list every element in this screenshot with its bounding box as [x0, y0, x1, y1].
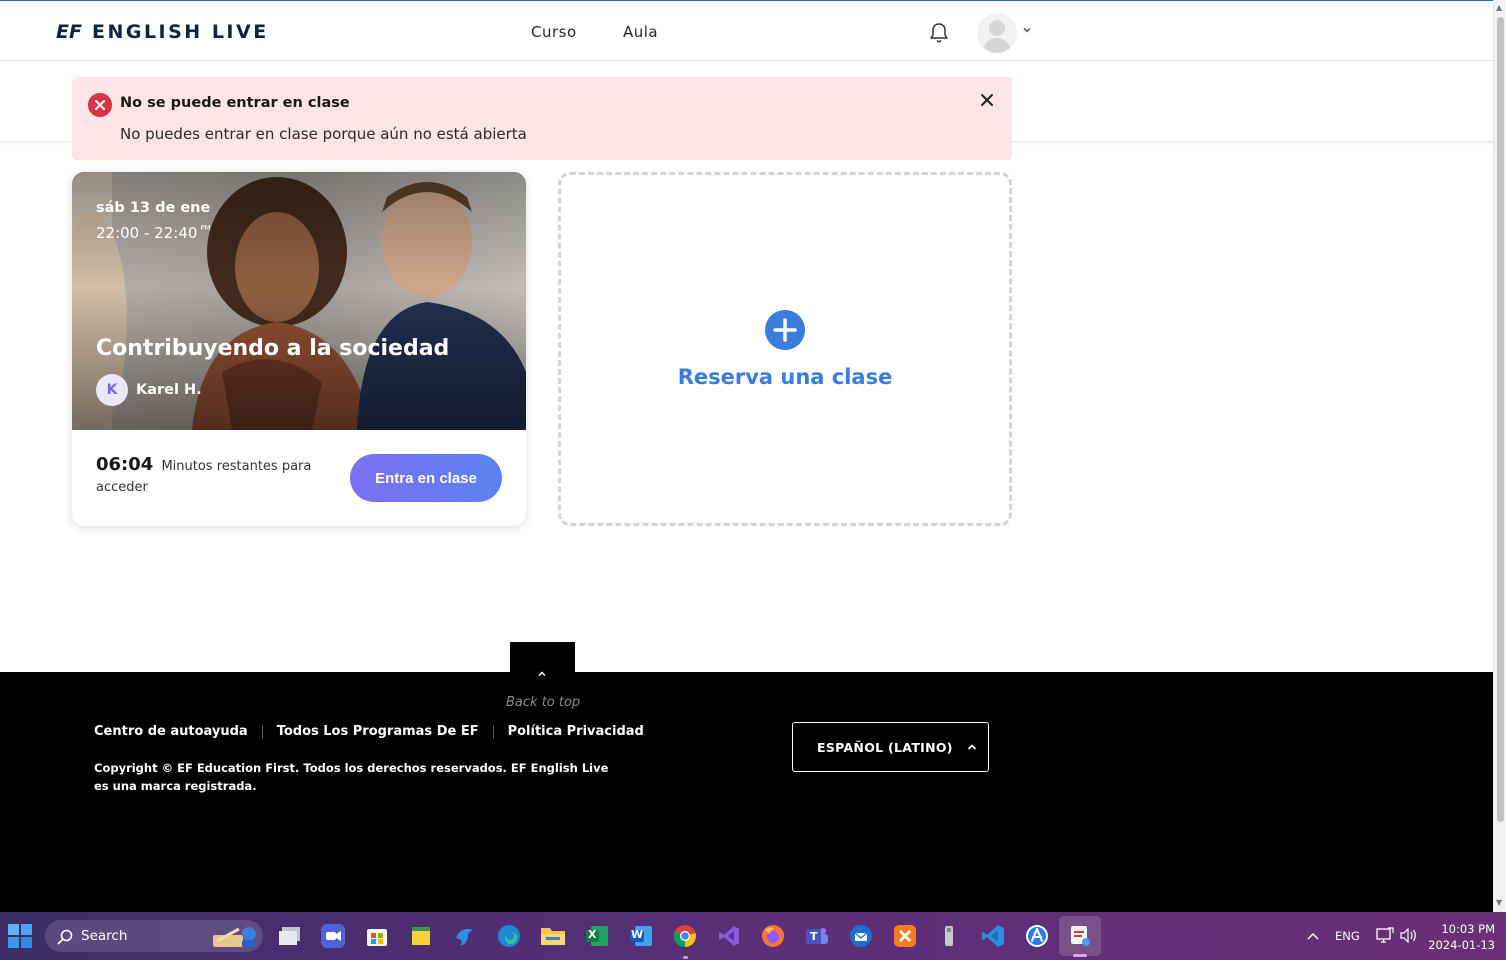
visual-studio-icon[interactable]: [716, 923, 742, 949]
close-icon[interactable]: [980, 93, 994, 107]
edge-icon[interactable]: [496, 923, 522, 949]
sticky-notes-icon[interactable]: [408, 923, 434, 949]
teacher-avatar: K: [96, 374, 128, 406]
dolphin-app-icon[interactable]: [452, 923, 478, 949]
countdown-time: 06:04: [96, 454, 154, 475]
running-indicator: [683, 956, 688, 959]
network-icon[interactable]: [1376, 927, 1394, 944]
book-class-card[interactable]: Reserva una clase: [558, 172, 1012, 526]
page-scrollbar[interactable]: ▲ ▼: [1493, 0, 1506, 912]
alert-title: No se puede entrar en clase: [120, 95, 350, 111]
chevron-up-icon: [967, 744, 976, 750]
alert-message: No puedes entrar en clase porque aún no …: [120, 125, 527, 143]
system-clock[interactable]: 10:03 PM 2024-01-13: [1425, 921, 1495, 953]
input-language[interactable]: ENG: [1335, 929, 1360, 943]
footer-link-all-programs[interactable]: Todos Los Programas De EF: [277, 724, 479, 739]
app-store-icon[interactable]: [1024, 923, 1050, 949]
file-explorer-window-icon[interactable]: [277, 923, 303, 949]
language-label: ESPAÑOL (LATINO): [817, 739, 953, 755]
nav-aula[interactable]: Aula: [623, 23, 658, 41]
chrome-icon[interactable]: [672, 923, 698, 949]
search-label: Search: [81, 928, 128, 944]
class-date: sáb 13 de ene: [96, 200, 211, 216]
windows-taskbar: Search X W T ENG 10:03 PM 2024-01-13: [0, 912, 1506, 960]
class-title: Contribuyendo a la sociedad: [96, 336, 450, 361]
error-alert: No se puede entrar en clase No puedes en…: [72, 77, 1012, 160]
copyright-text: Copyright © EF Education First. Todos lo…: [94, 761, 609, 793]
excel-icon[interactable]: X: [584, 923, 610, 949]
site-header: EF ENGLISH LIVE Curso Aula: [0, 1, 1493, 61]
windows-start-icon[interactable]: [8, 924, 32, 948]
site-footer: Back to top Centro de autoayuda Todos Lo…: [0, 672, 1493, 912]
class-time: 22:00 - 22:40 PM: [96, 224, 211, 242]
language-selector[interactable]: ESPAÑOL (LATINO): [792, 722, 989, 772]
divider: [492, 724, 494, 739]
taskbar-search[interactable]: Search: [45, 920, 263, 952]
search-highlight-icon: [213, 927, 256, 947]
error-icon: [88, 93, 112, 117]
thunderbird-icon[interactable]: [848, 923, 874, 949]
snipping-tool-icon[interactable]: [1067, 923, 1093, 949]
word-icon[interactable]: W: [628, 923, 654, 949]
teacher-info: K Karel H.: [96, 374, 202, 406]
footer-link-privacy[interactable]: Política Privacidad: [508, 724, 644, 739]
class-card: sáb 13 de ene 22:00 - 22:40 PM Contribuye…: [72, 172, 526, 526]
chevron-up-icon: [538, 671, 546, 677]
enter-class-button[interactable]: Entra en clase: [350, 454, 502, 502]
notification-bell-icon[interactable]: [929, 22, 949, 44]
scrollbar-thumb[interactable]: [1497, 17, 1504, 822]
clock-time: 10:03 PM: [1441, 922, 1495, 936]
nav-curso[interactable]: Curso: [531, 23, 577, 41]
show-hidden-icons-icon[interactable]: [1306, 931, 1320, 941]
scroll-up-icon[interactable]: ▲: [1496, 3, 1502, 12]
plus-icon: [765, 310, 805, 350]
book-class-label: Reserva una clase: [677, 365, 893, 389]
usb-device-icon[interactable]: [936, 923, 962, 949]
volume-icon[interactable]: [1400, 928, 1418, 943]
search-icon: [57, 929, 73, 945]
active-indicator: [1073, 954, 1087, 957]
xampp-icon[interactable]: [892, 923, 918, 949]
vscode-icon[interactable]: [980, 923, 1006, 949]
chevron-down-icon[interactable]: [1022, 25, 1032, 35]
teacher-name: Karel H.: [136, 382, 202, 398]
footer-link-help-center[interactable]: Centro de autoayuda: [94, 724, 248, 739]
zoom-icon[interactable]: [320, 923, 346, 949]
divider: [261, 724, 263, 739]
user-avatar[interactable]: [977, 13, 1017, 53]
file-explorer-icon[interactable]: [540, 923, 566, 949]
firefox-icon[interactable]: [760, 923, 786, 949]
scroll-down-icon[interactable]: ▼: [1496, 898, 1502, 907]
footer-links: Centro de autoayuda Todos Los Programas …: [94, 724, 644, 739]
back-to-top-label[interactable]: Back to top: [506, 695, 580, 710]
clock-date: 2024-01-13: [1428, 938, 1495, 952]
ef-english-live-logo[interactable]: EF ENGLISH LIVE: [56, 21, 269, 43]
countdown: 06:04 Minutos restantes para acceder: [96, 454, 326, 498]
back-to-top-button[interactable]: [510, 642, 575, 677]
teams-icon[interactable]: T: [804, 923, 830, 949]
microsoft-store-icon[interactable]: [364, 923, 390, 949]
